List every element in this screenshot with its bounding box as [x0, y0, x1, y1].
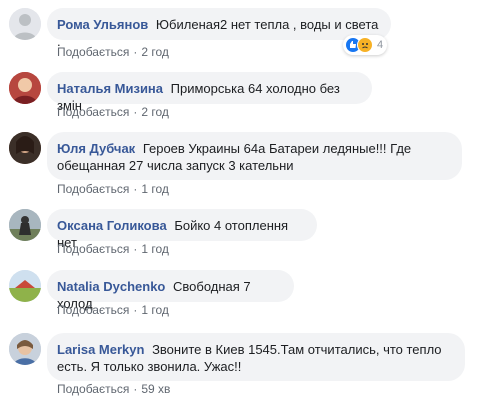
- comment-actions: Подобається · 59 хв: [57, 382, 171, 396]
- comment-author[interactable]: Natalia Dychenko: [57, 279, 165, 294]
- comment-bubble: Оксана Голикова Бойко 4 отоплення нет: [47, 209, 317, 250]
- comment-actions: Подобається · 1 год: [57, 303, 169, 317]
- like-link[interactable]: Подобається: [57, 242, 129, 256]
- sad-reaction-icon: [357, 37, 373, 53]
- comment-actions: Подобається · 1 год: [57, 242, 169, 256]
- default-avatar-icon: [9, 8, 41, 40]
- reaction-count: 4: [377, 39, 384, 51]
- user-photo-icon: [9, 270, 41, 302]
- user-photo-icon: [9, 333, 41, 365]
- like-link[interactable]: Подобається: [57, 105, 129, 119]
- reactions-badge[interactable]: 4: [343, 35, 388, 55]
- user-photo-icon: [9, 72, 41, 104]
- avatar[interactable]: [9, 209, 41, 241]
- user-photo-icon: [9, 132, 41, 164]
- like-link[interactable]: Подобається: [57, 303, 129, 317]
- timestamp[interactable]: 1 год: [141, 303, 169, 317]
- avatar[interactable]: [9, 72, 41, 104]
- comment-actions: Подобається · 1 год: [57, 182, 169, 196]
- comment-author[interactable]: Наталья Мизина: [57, 81, 163, 96]
- comment-author[interactable]: Юля Дубчак: [57, 141, 135, 156]
- timestamp[interactable]: 1 год: [141, 242, 169, 256]
- user-photo-icon: [9, 209, 41, 241]
- comment-text-line: Героев Украины 64а Батареи ледяные!!! Гд…: [142, 141, 412, 156]
- comment-text-line: есть. Я только звонила. Ужас!!: [57, 359, 242, 374]
- avatar[interactable]: [9, 8, 41, 40]
- comment-bubble: Natalia Dychenko Свободная 7 холод: [47, 270, 294, 311]
- avatar[interactable]: [9, 270, 41, 302]
- comment-bubble: Юля Дубчак Героев Украины 64а Батареи ле…: [47, 132, 462, 180]
- comment-bubble: Рома Ульянов Юбиленая2 нет тепла , воды …: [47, 8, 391, 49]
- comment-text-line: Звоните в Киев 1545.Там отчитались, что …: [152, 342, 442, 357]
- timestamp[interactable]: 59 хв: [141, 382, 170, 396]
- comment-text-line: обещанная 27 числа запуск 3 кательни: [57, 158, 294, 173]
- timestamp[interactable]: 1 год: [141, 182, 169, 196]
- comment-bubble: Larisa Merkyn Звоните в Киев 1545.Там от…: [47, 333, 465, 381]
- like-link[interactable]: Подобається: [57, 182, 129, 196]
- comment-bubble: Наталья Мизина Приморська 64 холодно без…: [47, 72, 372, 113]
- avatar[interactable]: [9, 132, 41, 164]
- comment-author[interactable]: Рома Ульянов: [57, 17, 148, 32]
- like-link[interactable]: Подобається: [57, 45, 129, 59]
- comment-author[interactable]: Larisa Merkyn: [57, 342, 144, 357]
- avatar[interactable]: [9, 333, 41, 365]
- timestamp[interactable]: 2 год: [141, 105, 169, 119]
- comment-actions: Подобається · 2 год: [57, 105, 169, 119]
- like-link[interactable]: Подобається: [57, 382, 129, 396]
- comment-actions: Подобається · 2 год: [57, 45, 169, 59]
- timestamp[interactable]: 2 год: [141, 45, 169, 59]
- comment-author[interactable]: Оксана Голикова: [57, 218, 167, 233]
